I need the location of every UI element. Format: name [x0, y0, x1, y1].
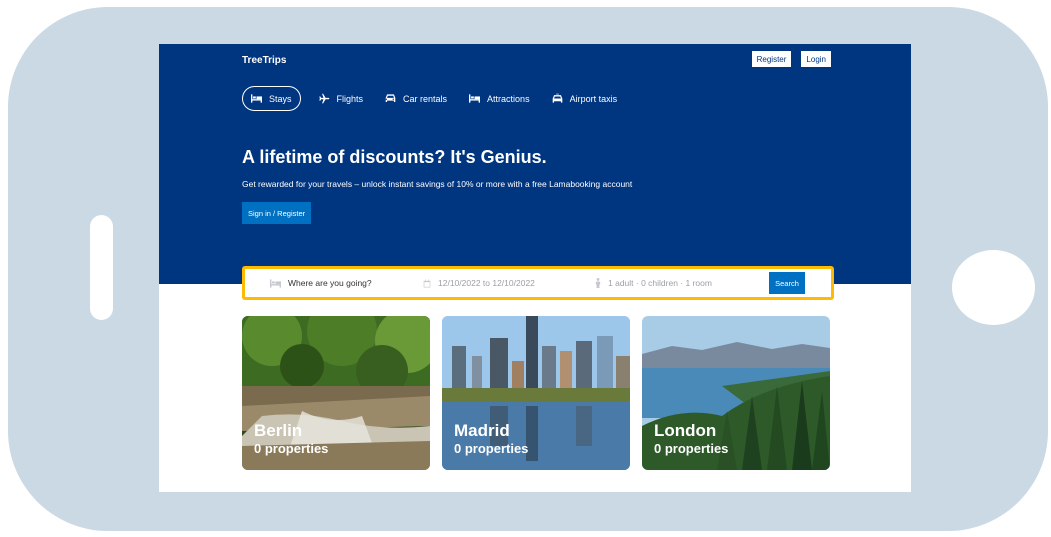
guest-options[interactable]: 1 adult · 0 children · 1 room [595, 278, 712, 288]
brand-logo[interactable]: TreeTrips [242, 55, 286, 66]
auth-buttons: Register Login [751, 51, 831, 67]
bed-icon [270, 278, 281, 288]
card-caption: London 0 properties [654, 421, 728, 457]
hero-description: Get rewarded for your travels – unlock i… [242, 179, 633, 189]
city-name: Madrid [454, 421, 510, 440]
property-count: 0 properties [654, 441, 729, 456]
featured-cities: Berlin 0 properties Madrid 0 properties … [242, 316, 830, 470]
nav-item-label: Stays [269, 93, 292, 104]
phone-side-button [90, 215, 113, 320]
city-name: Berlin [254, 421, 303, 440]
nav-item-attractions[interactable]: Attractions [469, 93, 530, 104]
search-bar: Where are you going? 12/10/2022 to 12/10… [242, 266, 834, 300]
nav-item-label: Car rentals [403, 93, 448, 104]
card-caption: Berlin 0 properties [254, 421, 328, 457]
car-icon [385, 94, 396, 102]
card-caption: Madrid 0 properties [454, 421, 528, 457]
destination-input[interactable]: Where are you going? [270, 278, 372, 288]
featured-card-madrid[interactable]: Madrid 0 properties [442, 316, 630, 470]
taxi-icon [552, 93, 562, 103]
property-count: 0 properties [254, 441, 329, 456]
nav-item-airport-taxis[interactable]: Airport taxis [552, 93, 618, 104]
guest-options-text: 1 adult · 0 children · 1 room [608, 278, 712, 288]
calendar-icon [423, 279, 431, 287]
bed-icon [469, 94, 481, 103]
bed-icon [251, 94, 262, 103]
nav-item-car-rentals[interactable]: Car rentals [385, 93, 447, 104]
property-count: 0 properties [454, 441, 529, 456]
nav-item-label: Flights [336, 93, 364, 104]
date-range: 12/10/2022 to 12/10/2022 [438, 278, 535, 288]
destination-placeholder: Where are you going? [288, 278, 372, 288]
login-button[interactable]: Login [801, 51, 831, 67]
signin-register-button[interactable]: Sign in / Register [242, 202, 312, 224]
nav-item-label: Airport taxis [569, 93, 618, 104]
date-picker[interactable]: 12/10/2022 to 12/10/2022 [423, 278, 535, 288]
register-button[interactable]: Register [751, 51, 792, 67]
city-name: London [654, 421, 717, 440]
search-button[interactable]: Search [769, 272, 805, 294]
person-icon [595, 278, 601, 288]
featured-card-berlin[interactable]: Berlin 0 properties [242, 316, 430, 470]
header-hero: TreeTrips Register Login Stays Flights C… [159, 44, 911, 284]
hero-title: A lifetime of discounts? It's Genius. [242, 147, 547, 167]
featured-card-london[interactable]: London 0 properties [642, 316, 830, 470]
nav-item-label: Attractions [487, 93, 530, 104]
nav-item-flights[interactable]: Flights [318, 93, 364, 104]
nav-bar: Stays Flights Car rentals Attractions Ai… [242, 86, 617, 111]
app-screen: TreeTrips Register Login Stays Flights C… [159, 44, 911, 492]
plane-icon [318, 93, 329, 104]
nav-item-stays[interactable]: Stays [242, 86, 301, 111]
phone-home-button [952, 250, 1035, 325]
